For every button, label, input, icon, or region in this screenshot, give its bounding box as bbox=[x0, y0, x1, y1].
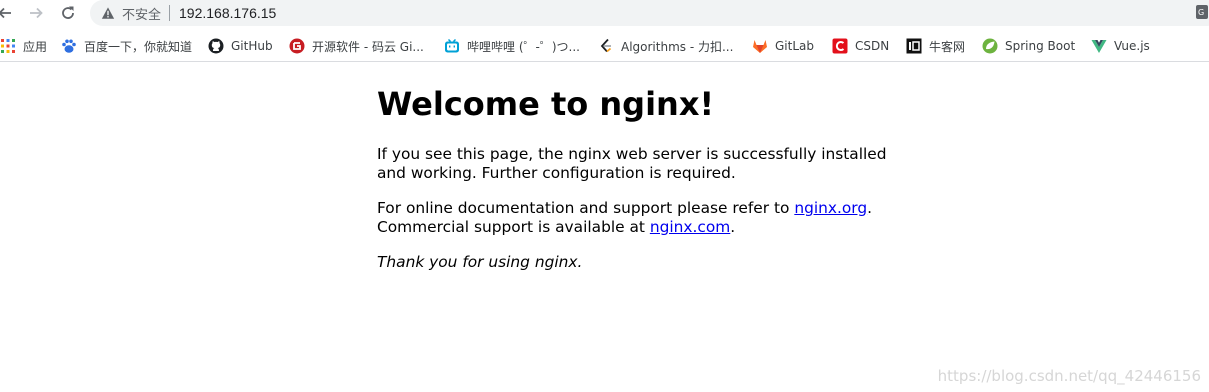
github-icon bbox=[208, 38, 224, 54]
back-button[interactable] bbox=[0, 2, 16, 24]
address-bar[interactable]: 不安全 192.168.176.15 G bbox=[90, 0, 1209, 26]
reload-button[interactable] bbox=[57, 2, 79, 24]
omnibox-divider bbox=[169, 5, 171, 21]
leetcode-icon bbox=[598, 38, 614, 54]
bookmark-gitlab[interactable]: GitLab bbox=[752, 32, 814, 60]
security-status-label[interactable]: 不安全 bbox=[122, 4, 161, 23]
gitlab-icon bbox=[752, 38, 768, 54]
bookmark-label: 开源软件 - 码云 Gi... bbox=[312, 39, 424, 54]
arrow-left-icon bbox=[0, 7, 11, 19]
nginx-com-link[interactable]: nginx.com bbox=[650, 218, 730, 236]
docs-paragraph: For online documentation and support ple… bbox=[377, 199, 897, 237]
bookmark-spring-boot[interactable]: Spring Boot bbox=[982, 32, 1075, 60]
nowcoder-icon bbox=[906, 38, 922, 54]
commercial-text: Commercial support is available at bbox=[377, 218, 650, 236]
bookmark-label: 百度一下，你就知道 bbox=[84, 39, 193, 54]
docs-period: . bbox=[867, 199, 873, 217]
svg-text:G: G bbox=[1198, 8, 1204, 17]
bookmark-nowcoder[interactable]: 牛客网 bbox=[906, 32, 965, 60]
baidu-paw-icon bbox=[61, 38, 77, 54]
bookmark-vuejs[interactable]: Vue.js bbox=[1091, 32, 1150, 60]
bookmark-label: 应用 bbox=[23, 39, 48, 54]
bookmark-label: 牛客网 bbox=[929, 39, 966, 54]
page-title: Welcome to nginx! bbox=[377, 85, 715, 123]
bookmark-csdn[interactable]: CSDN bbox=[832, 32, 889, 60]
reload-icon bbox=[62, 6, 74, 19]
bookmark-github[interactable]: GitHub bbox=[208, 32, 273, 60]
forward-button[interactable] bbox=[25, 2, 47, 24]
url-text[interactable]: 192.168.176.15 bbox=[179, 5, 276, 21]
spring-icon bbox=[982, 38, 998, 54]
apps-grid-icon bbox=[0, 38, 16, 54]
watermark: https://blog.csdn.net/qq_42446156 bbox=[937, 367, 1201, 385]
arrow-right-icon bbox=[30, 7, 43, 19]
bookmark-label: CSDN bbox=[855, 39, 890, 53]
bookmark-gitee[interactable]: 开源软件 - 码云 Gi... bbox=[289, 32, 424, 60]
bookmark-apps[interactable]: 应用 bbox=[0, 32, 47, 60]
nginx-welcome-page: Welcome to nginx! If you see this page, … bbox=[377, 84, 897, 288]
bookmark-label: GitLab bbox=[775, 39, 814, 53]
thanks-paragraph: Thank you for using nginx. bbox=[377, 253, 897, 272]
bookmark-label: 哔哩哔哩 (゜-゜)つ... bbox=[467, 39, 580, 54]
bilibili-icon bbox=[444, 38, 460, 54]
intro-paragraph: If you see this page, the nginx web serv… bbox=[377, 145, 887, 182]
csdn-icon bbox=[832, 38, 848, 54]
bookmark-label: Spring Boot bbox=[1005, 39, 1076, 53]
vue-icon bbox=[1091, 38, 1107, 54]
bookmark-baidu[interactable]: 百度一下，你就知道 bbox=[61, 32, 192, 60]
thanks-text: Thank you for using nginx. bbox=[377, 253, 583, 271]
browser-toolbar: 不安全 192.168.176.15 G bbox=[0, 0, 1209, 28]
warning-icon[interactable] bbox=[100, 5, 116, 21]
gitee-icon bbox=[289, 38, 305, 54]
commercial-period: . bbox=[730, 218, 736, 236]
nginx-org-link[interactable]: nginx.org bbox=[794, 199, 867, 217]
bookmark-label: Vue.js bbox=[1114, 39, 1150, 53]
translate-icon[interactable]: G bbox=[1196, 5, 1208, 19]
bookmark-leetcode[interactable]: Algorithms - 力扣... bbox=[598, 32, 733, 60]
docs-text: For online documentation and support ple… bbox=[377, 199, 795, 217]
bookmark-label: Algorithms - 力扣... bbox=[621, 39, 734, 54]
bookmarks-bar: 应用 百度一下，你就知道 GitHub 开源软件 - 码云 Gi... 哔哩哔哩… bbox=[0, 30, 1209, 62]
bookmark-bilibili[interactable]: 哔哩哔哩 (゜-゜)つ... bbox=[444, 32, 580, 60]
bookmark-label: GitHub bbox=[231, 39, 273, 53]
